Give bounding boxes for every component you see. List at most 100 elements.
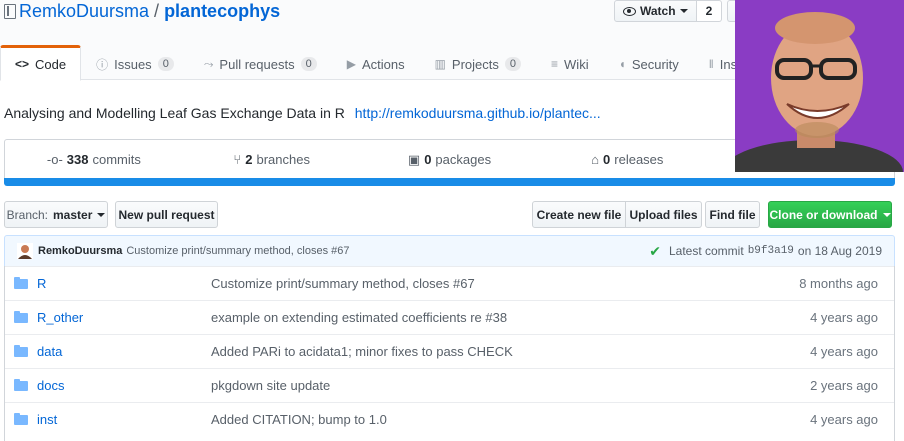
- watch-button[interactable]: Watch: [614, 0, 697, 22]
- tab-label: Security: [631, 56, 679, 72]
- repo-tabs: <> Code ⓘ Issues 0 ⤳ Pull requests 0 ▶ A…: [0, 45, 780, 81]
- tab-pull-requests[interactable]: ⤳ Pull requests 0: [189, 45, 332, 81]
- tag-icon: ⌂: [591, 152, 600, 167]
- chevron-down-icon: [882, 212, 891, 217]
- folder-icon: [14, 345, 28, 357]
- tab-wiki[interactable]: ≡ Wiki: [536, 45, 604, 81]
- repo-title: RemkoDuursma / plantecophys: [4, 1, 280, 22]
- package-icon: ▣: [407, 151, 421, 167]
- latest-commit-bar: RemkoDuursma Customize print/summary met…: [4, 235, 895, 267]
- tab-counter: 0: [504, 57, 522, 71]
- repo-owner-link[interactable]: RemkoDuursma: [19, 1, 149, 22]
- book-icon: ≡: [551, 57, 559, 71]
- language-bar[interactable]: [4, 178, 895, 186]
- commit-message-link[interactable]: Customize print/summary method, closes #…: [126, 245, 349, 257]
- file-name-link[interactable]: R: [37, 276, 46, 291]
- author-avatar[interactable]: [17, 243, 33, 259]
- file-commit-message-link[interactable]: Added CITATION; bump to 1.0: [211, 412, 387, 427]
- latest-commit-info: ✔ Latest commit b9f3a19 on 18 Aug 2019: [649, 243, 882, 260]
- pull-request-icon: ⤳: [203, 56, 214, 71]
- tab-label: Pull requests: [219, 56, 295, 72]
- tab-counter: 0: [300, 57, 317, 71]
- repo-description: Analysing and Modelling Leaf Gas Exchang…: [4, 105, 601, 121]
- repo-title-separator: /: [154, 1, 160, 21]
- packages-link[interactable]: ▣ 0 packages: [361, 140, 539, 179]
- new-pull-request-button[interactable]: New pull request: [115, 201, 218, 228]
- file-age: 8 months ago: [799, 276, 878, 291]
- branch-select-button[interactable]: Branch: master: [4, 201, 108, 228]
- branches-count: 2: [245, 152, 253, 167]
- commit-sha-link[interactable]: b9f3a19: [748, 245, 794, 257]
- file-name-link[interactable]: docs: [37, 378, 64, 393]
- tab-label: Wiki: [564, 56, 589, 72]
- releases-link[interactable]: ⌂ 0 releases: [538, 140, 716, 179]
- code-icon: <>: [15, 57, 30, 71]
- folder-icon: [14, 277, 28, 289]
- clone-download-button[interactable]: Clone or download: [768, 201, 892, 228]
- commits-link[interactable]: -o- 338 commits: [5, 140, 183, 179]
- file-age: 2 years ago: [810, 378, 878, 393]
- file-age: 4 years ago: [810, 412, 878, 427]
- tab-issues[interactable]: ⓘ Issues 0: [81, 45, 189, 81]
- tab-label: Actions: [361, 56, 405, 72]
- file-name-link[interactable]: data: [37, 344, 62, 359]
- file-row: data Added PARi to acidata1; minor fixes…: [5, 334, 894, 368]
- commits-label: commits: [92, 152, 141, 167]
- watch-label: Watch: [640, 4, 676, 18]
- project-icon: ▥: [434, 57, 446, 71]
- find-file-button[interactable]: Find file: [705, 201, 760, 228]
- tab-projects[interactable]: ▥ Projects 0: [420, 45, 536, 81]
- file-row: docs pkgdown site update 2 years ago: [5, 368, 894, 402]
- eye-icon: [623, 6, 636, 16]
- tab-counter: 0: [157, 57, 174, 71]
- repo-book-icon: [4, 4, 16, 19]
- issue-icon: ⓘ: [96, 57, 109, 72]
- description-text: Analysing and Modelling Leaf Gas Exchang…: [4, 105, 345, 121]
- homepage-link[interactable]: http://remkoduursma.github.io/plantec...: [355, 105, 601, 121]
- tab-security[interactable]: ◖ Security: [604, 45, 694, 81]
- file-row: R_other example on extending estimated c…: [5, 300, 894, 334]
- chevron-down-icon: [679, 9, 688, 13]
- branches-link[interactable]: ⑂ 2 branches: [183, 140, 361, 179]
- file-commit-message-link[interactable]: Customize print/summary method, closes #…: [211, 276, 475, 291]
- file-commit-message-link[interactable]: Added PARi to acidata1; minor fixes to p…: [211, 344, 513, 359]
- shield-icon: ◖: [618, 57, 626, 71]
- profile-photo: [735, 0, 904, 172]
- tab-label: Issues: [114, 56, 152, 72]
- releases-count: 0: [603, 152, 611, 167]
- tab-label: Projects: [451, 56, 499, 72]
- tab-label: Code: [35, 56, 67, 72]
- commit-date: on 18 Aug 2019: [797, 244, 882, 258]
- commit-author-link[interactable]: RemkoDuursma: [38, 245, 122, 257]
- file-name-link[interactable]: R_other: [37, 310, 83, 325]
- packages-count: 0: [424, 152, 432, 167]
- commit-icon: -o-: [46, 152, 63, 167]
- file-age: 4 years ago: [810, 310, 878, 325]
- watch-count[interactable]: 2: [696, 0, 723, 22]
- releases-label: releases: [614, 152, 664, 167]
- tab-actions[interactable]: ▶ Actions: [332, 45, 420, 81]
- commits-count: 338: [66, 152, 89, 167]
- file-commit-message-link[interactable]: example on extending estimated coefficie…: [211, 310, 507, 325]
- folder-icon: [14, 413, 28, 425]
- folder-icon: [14, 311, 28, 323]
- latest-commit-label: Latest commit: [668, 244, 744, 258]
- file-row: inst Added CITATION; bump to 1.0 4 years…: [5, 402, 894, 436]
- create-new-file-button[interactable]: Create new file: [532, 201, 626, 228]
- file-list: R Customize print/summary method, closes…: [4, 266, 895, 441]
- branches-label: branches: [256, 152, 310, 167]
- repo-name-link[interactable]: plantecophys: [164, 1, 280, 22]
- branch-prefix: Branch:: [6, 207, 48, 222]
- check-icon: ✔: [649, 242, 661, 259]
- tab-code[interactable]: <> Code: [0, 45, 82, 81]
- graph-icon: ‖: [708, 57, 714, 71]
- branch-icon: ⑂: [233, 152, 242, 167]
- file-age: 4 years ago: [810, 344, 878, 359]
- file-name-link[interactable]: inst: [37, 412, 57, 427]
- play-icon: ▶: [346, 57, 356, 71]
- person-portrait: [735, 0, 904, 172]
- upload-files-button[interactable]: Upload files: [625, 201, 702, 228]
- file-commit-message-link[interactable]: pkgdown site update: [211, 378, 330, 393]
- branch-name: master: [53, 207, 93, 222]
- watch-group: Watch 2: [614, 0, 723, 22]
